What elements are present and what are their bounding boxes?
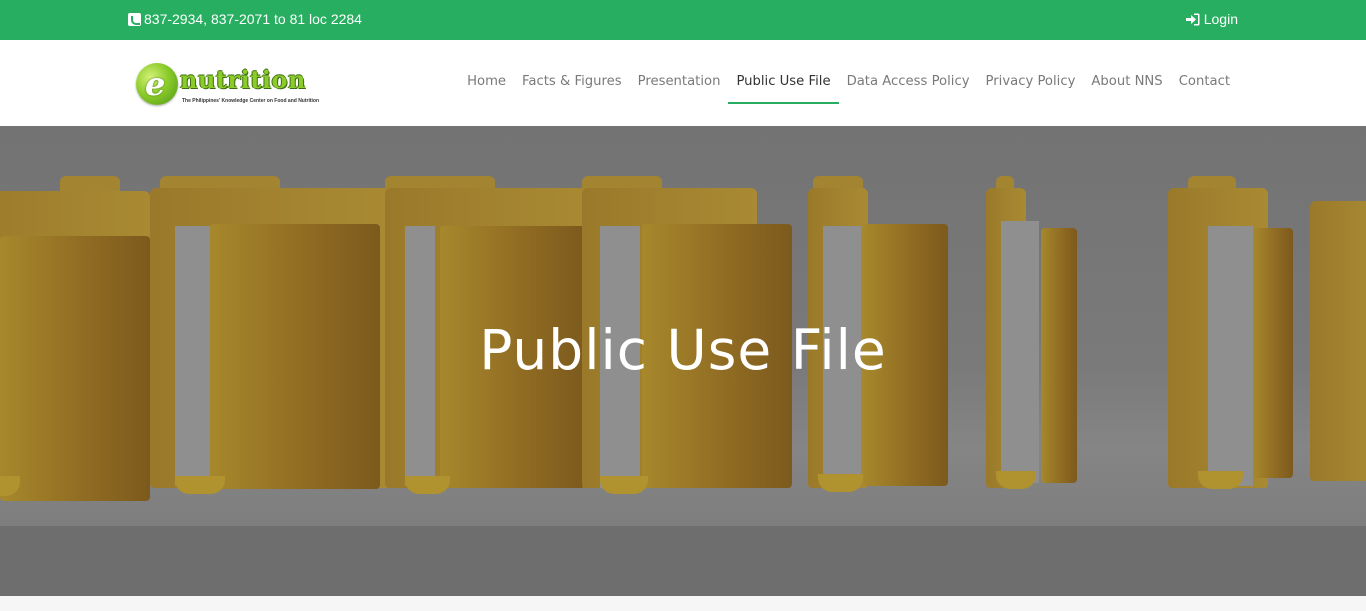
nav-contact[interactable]: Contact [1171,40,1238,126]
content-area-top [0,596,1366,611]
login-label: Login [1203,11,1238,27]
nav-home[interactable]: Home [459,40,514,126]
logo-wordmark: nutrition [180,65,306,94]
nav-privacy-policy[interactable]: Privacy Policy [978,40,1084,126]
nav-about-nns[interactable]: About NNS [1083,40,1170,126]
enutrition-logo[interactable]: e nutrition The Philippines' Knowledge C… [136,61,326,107]
hero-banner: Public Use File [0,126,1366,596]
phone-number: 837-2934, 837-2071 to 81 loc 2284 [144,11,362,27]
login-link[interactable]: Login [1185,11,1238,27]
nav-facts-figures[interactable]: Facts & Figures [514,40,630,126]
nav-presentation[interactable]: Presentation [630,40,729,126]
phone-contact: 837-2934, 837-2071 to 81 loc 2284 [128,11,362,27]
page-title: Public Use File [479,318,887,382]
nav-data-access-policy[interactable]: Data Access Policy [839,40,978,126]
logo-tagline: The Philippines' Knowledge Center on Foo… [182,98,320,104]
sign-in-icon [1185,13,1200,25]
site-header: e nutrition The Philippines' Knowledge C… [0,40,1366,126]
logo-emblem: e [136,63,178,105]
top-bar: 837-2934, 837-2071 to 81 loc 2284 Login [0,0,1366,40]
main-nav: Home Facts & Figures Presentation Public… [459,40,1238,126]
nav-public-use-file[interactable]: Public Use File [728,40,839,126]
phone-icon [128,12,141,26]
